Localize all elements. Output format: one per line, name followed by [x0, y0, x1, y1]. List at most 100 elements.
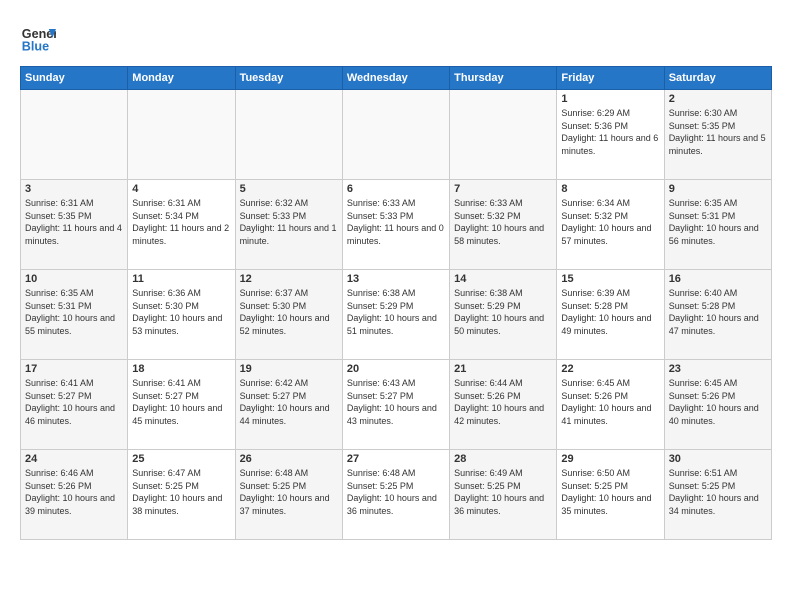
day-info: Sunrise: 6:45 AM Sunset: 5:26 PM Dayligh…: [561, 377, 659, 427]
svg-text:Blue: Blue: [22, 40, 49, 54]
day-info: Sunrise: 6:34 AM Sunset: 5:32 PM Dayligh…: [561, 197, 659, 247]
calendar-cell: 13 Sunrise: 6:38 AM Sunset: 5:29 PM Dayli…: [342, 270, 449, 360]
day-info: Sunrise: 6:48 AM Sunset: 5:25 PM Dayligh…: [240, 467, 338, 517]
calendar-cell: 21 Sunrise: 6:44 AM Sunset: 5:26 PM Dayli…: [450, 360, 557, 450]
calendar-cell: 22Sunrise: 6:45 AM Sunset: 5:26 PM Dayli…: [557, 360, 664, 450]
calendar-cell: 18Sunrise: 6:41 AM Sunset: 5:27 PM Dayli…: [128, 360, 235, 450]
day-number: 9: [669, 183, 767, 195]
day-info: Sunrise: 6:35 AM Sunset: 5:31 PM Dayligh…: [25, 287, 123, 337]
calendar-cell: 30 Sunrise: 6:51 AM Sunset: 5:25 PM Dayli…: [664, 450, 771, 540]
day-number: 27: [347, 453, 445, 465]
day-info: Sunrise: 6:31 AM Sunset: 5:34 PM Dayligh…: [132, 197, 230, 247]
day-number: 1: [561, 93, 659, 105]
calendar-week-1: 1 Sunrise: 6:29 AM Sunset: 5:36 PM Daylig…: [21, 90, 772, 180]
day-number: 26: [240, 453, 338, 465]
calendar-cell: 15 Sunrise: 6:39 AM Sunset: 5:28 PM Dayli…: [557, 270, 664, 360]
day-info: Sunrise: 6:40 AM Sunset: 5:28 PM Dayligh…: [669, 287, 767, 337]
calendar-cell: 2Sunrise: 6:30 AM Sunset: 5:35 PM Daylig…: [664, 90, 771, 180]
calendar-cell: 6 Sunrise: 6:33 AM Sunset: 5:33 PM Daylig…: [342, 180, 449, 270]
calendar-table: SundayMondayTuesdayWednesdayThursdayFrid…: [20, 66, 772, 540]
weekday-header-thursday: Thursday: [450, 67, 557, 90]
day-number: 29: [561, 453, 659, 465]
day-info: Sunrise: 6:33 AM Sunset: 5:32 PM Dayligh…: [454, 197, 552, 247]
day-info: Sunrise: 6:45 AM Sunset: 5:26 PM Dayligh…: [669, 377, 767, 427]
day-number: 20: [347, 363, 445, 375]
calendar-cell: 1 Sunrise: 6:29 AM Sunset: 5:36 PM Daylig…: [557, 90, 664, 180]
day-info: Sunrise: 6:44 AM Sunset: 5:26 PM Dayligh…: [454, 377, 552, 427]
calendar-cell: 25 Sunrise: 6:47 AM Sunset: 5:25 PM Dayli…: [128, 450, 235, 540]
day-info: Sunrise: 6:51 AM Sunset: 5:25 PM Dayligh…: [669, 467, 767, 517]
day-number: 16: [669, 273, 767, 285]
calendar-cell: 29Sunrise: 6:50 AM Sunset: 5:25 PM Dayli…: [557, 450, 664, 540]
day-number: 14: [454, 273, 552, 285]
day-number: 25: [132, 453, 230, 465]
weekday-header-sunday: Sunday: [21, 67, 128, 90]
day-info: Sunrise: 6:41 AM Sunset: 5:27 PM Dayligh…: [132, 377, 230, 427]
calendar-week-4: 17Sunrise: 6:41 AM Sunset: 5:27 PM Dayli…: [21, 360, 772, 450]
calendar-cell: [128, 90, 235, 180]
calendar-cell: 23 Sunrise: 6:45 AM Sunset: 5:26 PM Dayli…: [664, 360, 771, 450]
day-info: Sunrise: 6:36 AM Sunset: 5:30 PM Dayligh…: [132, 287, 230, 337]
weekday-header-tuesday: Tuesday: [235, 67, 342, 90]
day-info: Sunrise: 6:38 AM Sunset: 5:29 PM Dayligh…: [454, 287, 552, 337]
day-number: 23: [669, 363, 767, 375]
calendar-week-3: 10Sunrise: 6:35 AM Sunset: 5:31 PM Dayli…: [21, 270, 772, 360]
weekday-header-friday: Friday: [557, 67, 664, 90]
logo-icon: General Blue: [20, 20, 56, 56]
calendar-week-5: 24 Sunrise: 6:46 AM Sunset: 5:26 PM Dayli…: [21, 450, 772, 540]
day-info: Sunrise: 6:30 AM Sunset: 5:35 PM Dayligh…: [669, 107, 767, 157]
calendar-cell: 24 Sunrise: 6:46 AM Sunset: 5:26 PM Dayli…: [21, 450, 128, 540]
calendar-cell: 20 Sunrise: 6:43 AM Sunset: 5:27 PM Dayli…: [342, 360, 449, 450]
calendar-cell: 19 Sunrise: 6:42 AM Sunset: 5:27 PM Dayli…: [235, 360, 342, 450]
calendar-cell: 28 Sunrise: 6:49 AM Sunset: 5:25 PM Dayli…: [450, 450, 557, 540]
weekday-header-saturday: Saturday: [664, 67, 771, 90]
day-info: Sunrise: 6:31 AM Sunset: 5:35 PM Dayligh…: [25, 197, 123, 247]
day-info: Sunrise: 6:37 AM Sunset: 5:30 PM Dayligh…: [240, 287, 338, 337]
day-number: 28: [454, 453, 552, 465]
day-number: 30: [669, 453, 767, 465]
day-info: Sunrise: 6:29 AM Sunset: 5:36 PM Dayligh…: [561, 107, 659, 157]
calendar-cell: 17Sunrise: 6:41 AM Sunset: 5:27 PM Dayli…: [21, 360, 128, 450]
calendar-cell: 27 Sunrise: 6:48 AM Sunset: 5:25 PM Dayli…: [342, 450, 449, 540]
day-number: 6: [347, 183, 445, 195]
day-number: 24: [25, 453, 123, 465]
day-number: 8: [561, 183, 659, 195]
calendar-cell: 12 Sunrise: 6:37 AM Sunset: 5:30 PM Dayli…: [235, 270, 342, 360]
day-number: 21: [454, 363, 552, 375]
day-number: 19: [240, 363, 338, 375]
calendar-cell: [235, 90, 342, 180]
day-info: Sunrise: 6:46 AM Sunset: 5:26 PM Dayligh…: [25, 467, 123, 517]
calendar-cell: [450, 90, 557, 180]
day-info: Sunrise: 6:43 AM Sunset: 5:27 PM Dayligh…: [347, 377, 445, 427]
day-number: 15: [561, 273, 659, 285]
day-info: Sunrise: 6:38 AM Sunset: 5:29 PM Dayligh…: [347, 287, 445, 337]
calendar-cell: 3Sunrise: 6:31 AM Sunset: 5:35 PM Daylig…: [21, 180, 128, 270]
logo: General Blue: [20, 20, 60, 56]
day-info: Sunrise: 6:33 AM Sunset: 5:33 PM Dayligh…: [347, 197, 445, 247]
calendar-cell: [342, 90, 449, 180]
day-number: 13: [347, 273, 445, 285]
calendar-cell: 9 Sunrise: 6:35 AM Sunset: 5:31 PM Daylig…: [664, 180, 771, 270]
day-number: 4: [132, 183, 230, 195]
calendar-cell: 11 Sunrise: 6:36 AM Sunset: 5:30 PM Dayli…: [128, 270, 235, 360]
day-info: Sunrise: 6:47 AM Sunset: 5:25 PM Dayligh…: [132, 467, 230, 517]
day-info: Sunrise: 6:35 AM Sunset: 5:31 PM Dayligh…: [669, 197, 767, 247]
calendar-header-row: SundayMondayTuesdayWednesdayThursdayFrid…: [21, 67, 772, 90]
calendar-week-2: 3Sunrise: 6:31 AM Sunset: 5:35 PM Daylig…: [21, 180, 772, 270]
day-number: 5: [240, 183, 338, 195]
day-info: Sunrise: 6:42 AM Sunset: 5:27 PM Dayligh…: [240, 377, 338, 427]
weekday-header-wednesday: Wednesday: [342, 67, 449, 90]
calendar-cell: 14 Sunrise: 6:38 AM Sunset: 5:29 PM Dayli…: [450, 270, 557, 360]
day-info: Sunrise: 6:49 AM Sunset: 5:25 PM Dayligh…: [454, 467, 552, 517]
day-info: Sunrise: 6:39 AM Sunset: 5:28 PM Dayligh…: [561, 287, 659, 337]
day-number: 12: [240, 273, 338, 285]
page-header: General Blue: [20, 20, 772, 56]
day-info: Sunrise: 6:41 AM Sunset: 5:27 PM Dayligh…: [25, 377, 123, 427]
calendar-cell: 10Sunrise: 6:35 AM Sunset: 5:31 PM Dayli…: [21, 270, 128, 360]
day-number: 11: [132, 273, 230, 285]
day-info: Sunrise: 6:48 AM Sunset: 5:25 PM Dayligh…: [347, 467, 445, 517]
weekday-header-monday: Monday: [128, 67, 235, 90]
day-number: 7: [454, 183, 552, 195]
day-info: Sunrise: 6:32 AM Sunset: 5:33 PM Dayligh…: [240, 197, 338, 247]
calendar-cell: 7 Sunrise: 6:33 AM Sunset: 5:32 PM Daylig…: [450, 180, 557, 270]
